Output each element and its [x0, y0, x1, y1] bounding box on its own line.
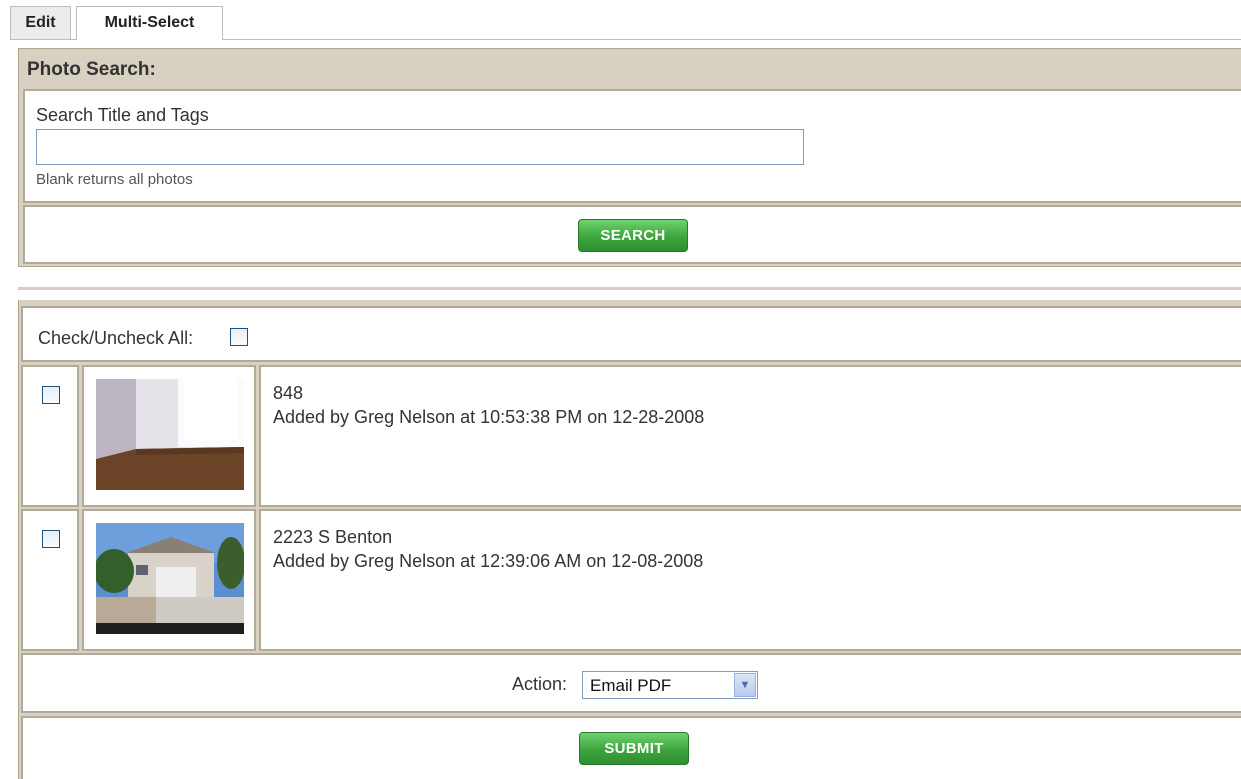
photo-title[interactable]: 2223 S Benton — [273, 527, 392, 548]
tab-multi-select[interactable]: Multi-Select — [76, 6, 223, 40]
photo-meta: Added by Greg Nelson at 10:53:38 PM on 1… — [273, 407, 705, 427]
table-row — [21, 365, 79, 507]
check-all-label: Check/Uncheck All: — [38, 328, 194, 348]
row-checkbox[interactable] — [42, 530, 60, 548]
section-divider — [18, 287, 1241, 290]
check-all-cell: Check/Uncheck All: — [21, 306, 1241, 362]
search-button-cell: SEARCH — [23, 205, 1241, 264]
row-details-cell: 848 Added by Greg Nelson at 10:53:38 PM … — [259, 365, 1241, 507]
search-button[interactable]: SEARCH — [578, 219, 688, 252]
search-field-cell: Search Title and Tags Blank returns all … — [23, 89, 1241, 203]
row-checkbox[interactable] — [42, 386, 60, 404]
check-all-checkbox[interactable] — [230, 328, 248, 346]
action-cell: Action: Email PDF ▼ — [21, 653, 1241, 713]
table-row — [21, 509, 79, 651]
action-select[interactable]: Email PDF ▼ — [582, 671, 758, 699]
search-label: Search Title and Tags — [36, 105, 209, 125]
photo-search-panel: Photo Search: Search Title and Tags Blan… — [18, 48, 1241, 267]
photo-meta: Added by Greg Nelson at 12:39:06 AM on 1… — [273, 551, 704, 571]
action-label: Action: — [512, 674, 568, 694]
row-details-cell: 2223 S Benton Added by Greg Nelson at 12… — [259, 509, 1241, 651]
tab-edit[interactable]: Edit — [10, 6, 71, 39]
submit-button[interactable]: SUBMIT — [579, 732, 689, 765]
chevron-down-icon[interactable]: ▼ — [734, 673, 756, 697]
photo-thumbnail[interactable] — [96, 523, 244, 634]
submit-cell: SUBMIT — [21, 716, 1241, 779]
thumbnail-cell — [82, 365, 256, 507]
results-panel: Check/Uncheck All: 848 Added by Greg Nel… — [18, 300, 1241, 779]
thumbnail-cell — [82, 509, 256, 651]
search-input[interactable] — [36, 129, 804, 165]
tab-bar: Edit Multi-Select — [10, 6, 1241, 40]
photo-title[interactable]: 848 — [273, 383, 303, 404]
search-hint: Blank returns all photos — [36, 171, 193, 188]
action-select-value: Email PDF — [590, 676, 672, 695]
photo-search-heading: Photo Search: — [27, 59, 156, 80]
photo-thumbnail[interactable] — [96, 379, 244, 490]
